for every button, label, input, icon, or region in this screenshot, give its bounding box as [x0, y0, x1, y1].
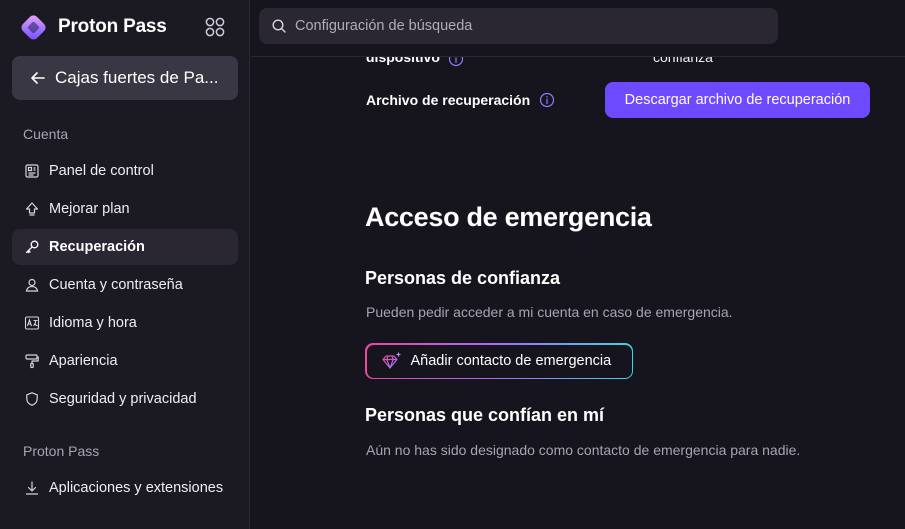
proton-pass-logo-icon [19, 13, 48, 42]
clipped-setting-label: dispositivo [366, 57, 440, 65]
main-content: dispositivo confianza Archivo de recuper… [251, 57, 905, 529]
add-emergency-contact-button[interactable]: Añadir contacto de emergencia [365, 343, 633, 379]
user-icon [25, 278, 39, 292]
back-to-vaults-button[interactable]: Cajas fuertes de Pa... [12, 56, 238, 100]
sidebar-item-seguridad-y-privacidad[interactable]: Seguridad y privacidad [12, 381, 238, 417]
sidebar-item-label: Seguridad y privacidad [49, 391, 197, 407]
clipped-setting-value: confianza [653, 57, 713, 65]
key-icon [25, 240, 39, 254]
trusting-contacts-title: Personas que confían en mí [365, 405, 605, 425]
trusting-contacts-description: Aún no has sido designado como contacto … [366, 442, 801, 458]
sidebar-item-label: Recuperación [49, 239, 145, 255]
search-icon [272, 19, 286, 33]
add-emergency-contact-label: Añadir contacto de emergencia [410, 353, 612, 369]
info-icon[interactable] [448, 57, 464, 67]
sidebar-item-cuenta-y-contrasena[interactable]: Cuenta y contraseña [12, 267, 238, 303]
diamond-sparkle-icon [381, 352, 401, 369]
shield-icon [26, 392, 38, 406]
sidebar-item-label: Cuenta y contraseña [49, 277, 183, 293]
emergency-access-title: Acceso de emergencia [365, 202, 652, 232]
sidebar-item-idioma-y-hora[interactable]: Idioma y hora [12, 305, 238, 341]
settings-search[interactable] [259, 8, 778, 44]
section-label-cuenta: Cuenta [23, 126, 69, 142]
sidebar-item-label: Mejorar plan [49, 201, 130, 217]
paint-roller-icon [25, 354, 39, 369]
upgrade-icon [25, 202, 39, 216]
sidebar-item-label: Idioma y hora [49, 315, 137, 331]
recovery-file-label: Archivo de recuperación [366, 92, 531, 108]
brand-name: Proton Pass [58, 16, 167, 37]
app-switcher-icon[interactable] [204, 16, 226, 38]
section-label-proton-pass: Proton Pass [23, 443, 100, 459]
sidebar-item-recuperacion[interactable]: Recuperación [12, 229, 238, 265]
language-icon [24, 316, 40, 330]
sidebar-item-label: Panel de control [49, 163, 154, 179]
dashboard-icon [25, 164, 39, 178]
sidebar-item-apariencia[interactable]: Apariencia [12, 343, 238, 379]
sidebar: Proton Pass Cajas fuertes de Pa... Cuent… [0, 0, 250, 529]
info-icon[interactable] [539, 92, 555, 108]
sidebar-item-label: Apariencia [49, 353, 118, 369]
search-input[interactable] [295, 18, 755, 34]
brand[interactable]: Proton Pass [19, 12, 167, 42]
download-icon [25, 481, 39, 495]
trusted-contacts-title: Personas de confianza [365, 268, 561, 288]
sidebar-item-mejorar-plan[interactable]: Mejorar plan [12, 191, 238, 227]
trusted-contacts-description: Pueden pedir acceder a mi cuenta en caso… [366, 304, 733, 320]
back-button-label: Cajas fuertes de Pa... [55, 68, 219, 87]
add-emergency-contact-inner: Añadir contacto de emergencia [366, 344, 632, 378]
sidebar-item-panel-de-control[interactable]: Panel de control [12, 153, 238, 189]
sidebar-item-aplicaciones-y-extensiones[interactable]: Aplicaciones y extensiones [12, 470, 238, 506]
arrow-left-icon [31, 72, 45, 84]
download-recovery-file-button[interactable]: Descargar archivo de recuperación [605, 82, 870, 118]
sidebar-item-label: Aplicaciones y extensiones [49, 480, 224, 496]
